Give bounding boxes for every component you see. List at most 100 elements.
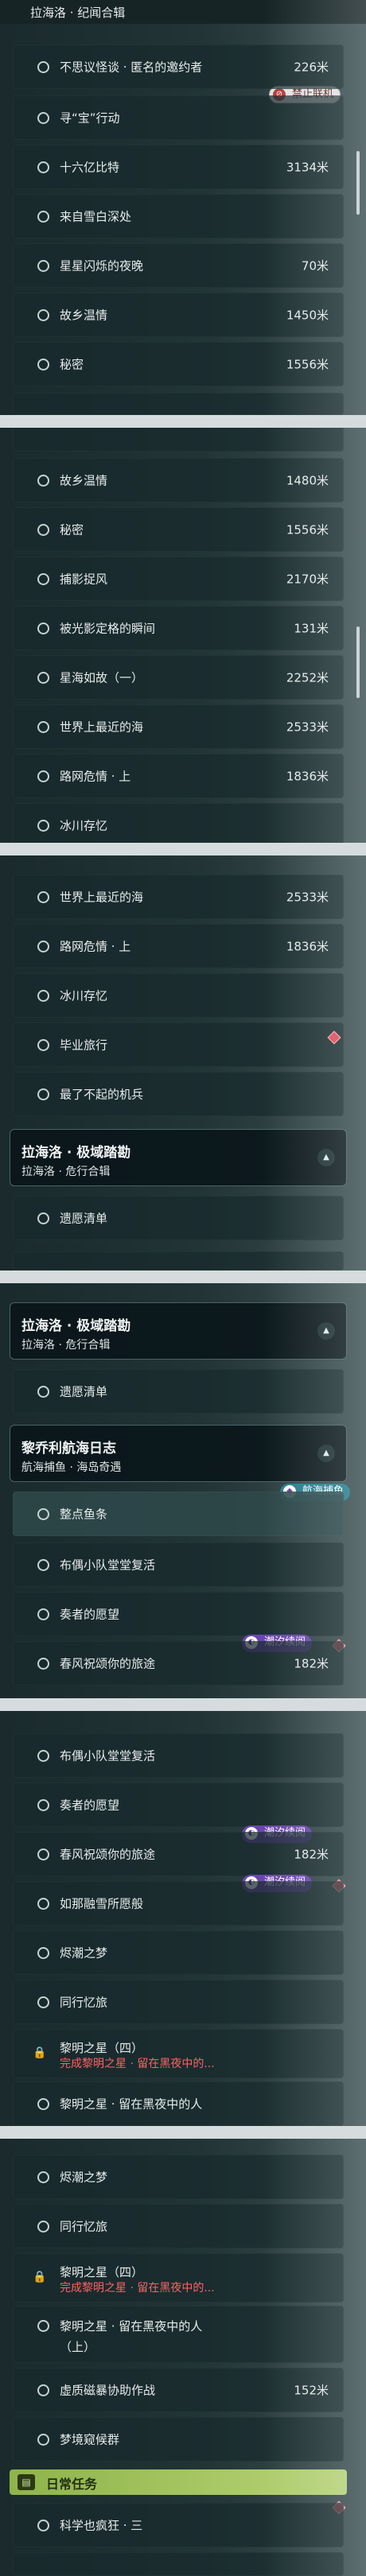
quest-bullet-icon bbox=[37, 1508, 49, 1520]
quest-name: 不思议怪谈 · 匿名的邀约者 bbox=[60, 60, 203, 75]
quest-row[interactable]: 烬潮之梦 bbox=[13, 1930, 344, 1975]
quest-row[interactable]: 遗愿清单 bbox=[13, 1196, 344, 1240]
quest-name: 梦境窥候群 bbox=[60, 2432, 120, 2447]
quest-row[interactable]: 同行忆旅 bbox=[13, 2204, 344, 2248]
collection-header[interactable]: 拉海洛 · 纪闻合辑 bbox=[0, 0, 366, 24]
scrollbar[interactable] bbox=[356, 151, 360, 215]
scrollbar[interactable] bbox=[356, 627, 360, 698]
collapse-caret-icon[interactable]: ▲ bbox=[317, 1445, 335, 1462]
collection-header[interactable]: 拉海洛 · 极域踏勘 拉海洛 · 危行合辑 ▲ bbox=[10, 1302, 347, 1360]
collection-header[interactable]: 拉海洛 · 极域踏勘 拉海洛 · 危行合辑 ▲ bbox=[10, 1129, 347, 1186]
quest-row[interactable]: 故乡温情 1480米 bbox=[13, 458, 344, 502]
quest-row[interactable]: 世界上最近的海 2533米 bbox=[13, 704, 344, 749]
quest-row[interactable]: 春风祝颂你的旅途 182米 bbox=[13, 1641, 344, 1686]
collection-subtitle: 拉海洛 · 危行合辑 bbox=[21, 1166, 111, 1178]
quest-row[interactable]: 整点鱼条 bbox=[13, 1492, 344, 1536]
quest-bullet-icon bbox=[37, 359, 49, 370]
quest-name: 世界上最近的海 bbox=[60, 890, 144, 905]
quest-name: 如那融雪所愿般 bbox=[60, 1896, 144, 1911]
quest-name: 奏者的愿望 bbox=[60, 1607, 120, 1622]
quest-name: 十六亿比特 bbox=[60, 160, 120, 175]
quest-row[interactable]: 黎明之星 · 留在黑夜中的人 （上） bbox=[13, 2306, 344, 2363]
collection-title: 拉海洛 · 极域踏勘 bbox=[21, 1145, 131, 1161]
quest-name: 世界上最近的海 bbox=[60, 720, 144, 735]
quest-distance: 1836米 bbox=[286, 769, 329, 784]
quest-row[interactable]: 虚质磁暴协助作战 152米 bbox=[13, 2368, 344, 2412]
quest-name: 秘密 bbox=[60, 522, 84, 537]
quest-row[interactable]: 秘密 1556米 bbox=[13, 507, 344, 552]
locked-quest-row[interactable]: 🔒 黎明之星（四） 完成黎明之星 · 留在黑夜中的... bbox=[13, 2253, 344, 2302]
quest-row-partial[interactable] bbox=[13, 2552, 344, 2576]
quest-distance: 182米 bbox=[294, 1847, 329, 1862]
quest-row[interactable]: 科学也疯狂 · 三 bbox=[13, 2503, 344, 2547]
quest-name: 毕业旅行 bbox=[60, 1038, 108, 1053]
quest-bullet-icon bbox=[37, 61, 49, 73]
quest-row[interactable]: 不思议怪谈 · 匿名的邀约者 226米 bbox=[13, 45, 344, 89]
quest-distance: 1556米 bbox=[286, 357, 329, 372]
quest-distance: 152米 bbox=[294, 2383, 329, 2398]
collapse-caret-icon[interactable]: ▲ bbox=[317, 1322, 335, 1340]
collection-title: 黎乔利航海日志 bbox=[21, 1441, 116, 1457]
quest-row[interactable]: 路网危情 · 上 1836米 bbox=[13, 754, 344, 798]
quest-bullet-icon bbox=[37, 211, 49, 223]
quest-row[interactable]: 冰川存忆 bbox=[13, 803, 344, 843]
quest-row[interactable]: 同行忆旅 bbox=[13, 1980, 344, 2024]
quest-row[interactable]: 来自雪白深处 bbox=[13, 194, 344, 239]
quest-row[interactable]: 世界上最近的海 2533米 bbox=[13, 875, 344, 919]
quest-row[interactable]: 星星闪烁的夜晚 70米 bbox=[13, 243, 344, 288]
quest-row[interactable]: 烬潮之梦 bbox=[13, 2155, 344, 2199]
quest-row[interactable]: 被光影定格的瞬间 131米 bbox=[13, 606, 344, 650]
quest-row[interactable]: 毕业旅行 bbox=[13, 1022, 344, 1067]
separator bbox=[0, 415, 366, 428]
quest-row[interactable]: 布偶小队堂堂复活 bbox=[13, 1733, 344, 1778]
quest-row[interactable]: 路网危情 · 上 1836米 bbox=[13, 924, 344, 968]
quest-bullet-icon bbox=[37, 1386, 49, 1398]
quest-name: 秘密 bbox=[60, 357, 84, 372]
quest-row-partial[interactable] bbox=[13, 1251, 344, 1271]
quest-bullet-icon bbox=[37, 2520, 49, 2531]
panel-1: 拉海洛 · 纪闻合辑 ⊘ 禁止联机 不思议怪谈 · 匿名的邀约者 226米 寻“宝”… bbox=[0, 0, 366, 415]
daily-tasks-header[interactable]: ▤ 日常任务 bbox=[10, 2469, 347, 2495]
quest-row[interactable]: 冰川存忆 bbox=[13, 973, 344, 1018]
quest-row-partial[interactable] bbox=[13, 393, 344, 415]
quest-row[interactable]: 黎明之星 · 留在黑夜中的人 bbox=[13, 2081, 344, 2126]
quest-row[interactable]: 奏者的愿望 bbox=[13, 1783, 344, 1827]
quest-bullet-icon bbox=[37, 524, 49, 536]
quest-bullet-icon bbox=[37, 161, 49, 173]
quest-bullet-icon bbox=[37, 475, 49, 487]
panel-6: 烬潮之梦 同行忆旅 🔒 黎明之星（四） 完成黎明之星 · 留在黑夜中的... 黎… bbox=[0, 2139, 366, 2576]
collapse-caret-icon[interactable]: ▲ bbox=[317, 1149, 335, 1166]
quest-name: 路网危情 · 上 bbox=[60, 939, 131, 954]
quest-row[interactable]: 奏者的愿望 bbox=[13, 1592, 344, 1636]
quest-bullet-icon bbox=[37, 891, 49, 903]
quest-name: 春风祝颂你的旅途 bbox=[60, 1847, 156, 1862]
locked-quest-row[interactable]: 🔒 黎明之星（四） 完成黎明之星 · 留在黑夜中的... bbox=[13, 2029, 344, 2078]
quest-name: 路网危情 · 上 bbox=[60, 769, 131, 784]
quest-row[interactable]: 遗愿清单 bbox=[13, 1369, 344, 1414]
separator bbox=[0, 1271, 366, 1283]
quest-row-partial[interactable] bbox=[13, 428, 344, 452]
quest-row[interactable]: 最了不起的机兵 bbox=[13, 1072, 344, 1116]
panel-2: 故乡温情 1480米 秘密 1556米 捕影捉风 2170米 被光影定格的瞬间 131米… bbox=[0, 428, 366, 843]
quest-row[interactable]: 秘密 1556米 bbox=[13, 342, 344, 386]
quest-name: 寻“宝”行动 bbox=[60, 111, 120, 126]
quest-row[interactable]: 如那融雪所愿般 bbox=[13, 1881, 344, 1926]
quest-bullet-icon bbox=[37, 1658, 49, 1670]
quest-bullet-icon bbox=[37, 1559, 49, 1571]
quest-bullet-icon bbox=[37, 2384, 49, 2396]
quest-row[interactable]: 十六亿比特 3134米 bbox=[13, 145, 344, 189]
quest-row[interactable]: 布偶小队堂堂复活 bbox=[13, 1542, 344, 1587]
quest-row[interactable]: 梦境窥候群 bbox=[13, 2417, 344, 2462]
quest-name: 冰川存忆 bbox=[60, 818, 108, 833]
quest-name: 科学也疯狂 · 三 bbox=[60, 2518, 143, 2533]
quest-bullet-icon bbox=[37, 2098, 49, 2110]
quest-row[interactable]: 寻“宝”行动 bbox=[13, 95, 344, 140]
collection-header[interactable]: 黎乔利航海日志 航海捕鱼 · 海岛奇遇 ▲ bbox=[10, 1425, 347, 1482]
quest-name: 遗愿清单 bbox=[60, 1211, 108, 1226]
quest-row[interactable]: 故乡温情 1450米 bbox=[13, 293, 344, 337]
quest-bullet-icon bbox=[37, 1996, 49, 2008]
quest-row[interactable]: 星海如故（一） 2252米 bbox=[13, 655, 344, 700]
quest-row[interactable]: 春风祝颂你的旅途 182米 bbox=[13, 1832, 344, 1876]
quest-row[interactable]: 捕影捉风 2170米 bbox=[13, 557, 344, 601]
lock-icon: 🔒 bbox=[33, 2046, 47, 2059]
